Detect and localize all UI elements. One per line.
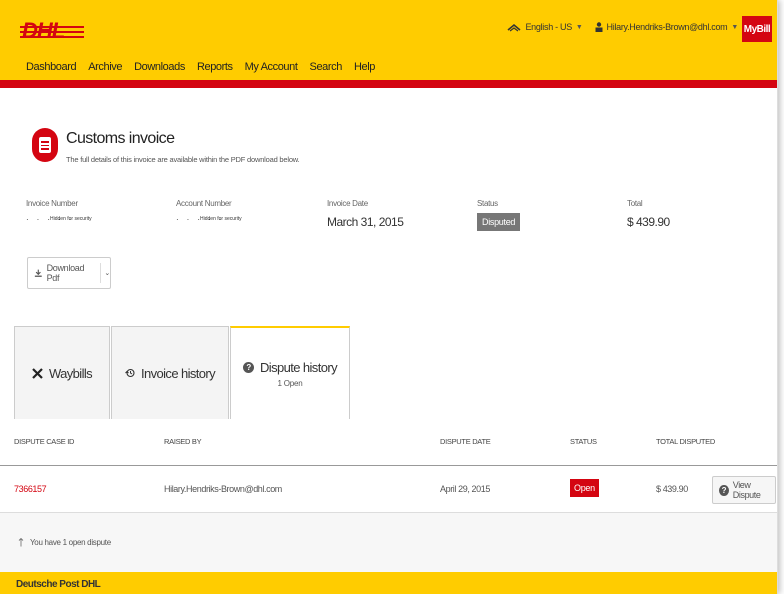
account-number-field: Account Number ····· Hidden for security: [176, 199, 266, 231]
dispute-case-id-link[interactable]: 7366157: [14, 484, 47, 494]
app-window: DHL English - US ▼ Hilary.Hendriks-Brown…: [0, 0, 778, 594]
user-email: Hilary.Hendriks-Brown@dhl.com: [606, 22, 728, 32]
nav-reports[interactable]: Reports: [197, 61, 233, 73]
status-badge-open: Open: [570, 479, 599, 497]
tab-invoice-history[interactable]: Invoice history: [111, 326, 229, 419]
status-label: Status: [477, 199, 498, 208]
invoice-date-value: March 31, 2015: [327, 215, 404, 229]
user-menu[interactable]: Hilary.Hendriks-Brown@dhl.com ▼: [595, 22, 738, 32]
user-icon: [595, 22, 603, 32]
sort-arrows-icon: [18, 538, 24, 547]
language-selector[interactable]: English - US ▼: [507, 22, 583, 32]
dispute-table-header: DISPUTE CASE ID RAISED BY DISPUTE DATE S…: [0, 420, 777, 466]
language-label: English - US: [525, 22, 572, 32]
column-total-disputed[interactable]: TOTAL DISPUTED: [656, 437, 715, 446]
invoice-number-label: Invoice Number: [26, 199, 78, 208]
account-number-value: ····· Hidden for security: [176, 215, 242, 224]
table-footer: [0, 513, 777, 572]
invoice-number-value: ····· Hidden for security: [26, 215, 92, 224]
nav-archive[interactable]: Archive: [88, 61, 122, 73]
chevron-down-icon: ▼: [731, 23, 738, 31]
nav-help[interactable]: Help: [354, 61, 375, 73]
open-dispute-note: You have 1 open dispute: [18, 538, 111, 547]
account-number-label: Account Number: [176, 199, 232, 208]
nav-dashboard[interactable]: Dashboard: [26, 61, 77, 73]
tab-dispute-history[interactable]: ? Dispute history 1 Open: [230, 326, 350, 419]
main-nav: Dashboard Archive Downloads Reports My A…: [26, 61, 375, 73]
column-status[interactable]: STATUS: [570, 437, 597, 446]
header-utilities: English - US ▼ Hilary.Hendriks-Brown@dhl…: [507, 22, 738, 32]
column-dispute-case-id[interactable]: DISPUTE CASE ID: [14, 437, 74, 446]
total-value: $ 439.90: [627, 215, 670, 229]
dispute-date-value: April 29, 2015: [440, 484, 490, 494]
page-subtitle: The full details of this invoice are ava…: [66, 155, 300, 164]
tools-cross-icon: [32, 367, 43, 379]
history-icon: [125, 368, 135, 378]
status-badge: Disputed: [477, 213, 521, 231]
page-title: Customs invoice: [66, 130, 175, 147]
invoice-document-icon: [32, 128, 58, 162]
status-field: Status Disputed: [477, 199, 521, 231]
column-dispute-date[interactable]: DISPUTE DATE: [440, 437, 491, 446]
question-icon: ?: [719, 484, 729, 496]
view-dispute-label: View Dispute: [732, 480, 761, 500]
nav-my-account[interactable]: My Account: [245, 61, 298, 73]
footer-brand[interactable]: Deutsche Post DHL: [16, 579, 101, 590]
view-dispute-button[interactable]: ? View Dispute: [712, 476, 776, 504]
nav-search[interactable]: Search: [310, 61, 343, 73]
chevron-down-icon[interactable]: ⌄: [104, 269, 110, 277]
table-row: 7366157 Hilary.Hendriks-Brown@dhl.com Ap…: [0, 467, 777, 513]
open-dispute-count: 1 Open: [277, 378, 303, 388]
download-pdf-label: Download Pdf: [46, 263, 85, 283]
header-red-stripe: [0, 80, 777, 88]
header: DHL English - US ▼ Hilary.Hendriks-Brown…: [0, 0, 777, 80]
chevron-down-icon: ▼: [575, 23, 583, 31]
invoice-date-field: Invoice Date March 31, 2015: [327, 199, 404, 229]
total-disputed-value: $ 439.90: [656, 484, 688, 494]
total-field: Total $ 439.90: [627, 199, 670, 229]
mybill-badge[interactable]: MyBill: [742, 16, 772, 42]
total-label: Total: [627, 199, 643, 208]
nav-downloads[interactable]: Downloads: [134, 61, 185, 73]
globe-chevron-icon: [507, 23, 521, 32]
invoice-number-field: Invoice Number ····· Hidden for security: [26, 199, 116, 231]
download-icon: [34, 269, 42, 277]
dhl-logo[interactable]: DHL: [20, 18, 84, 44]
tab-bar: Waybills Invoice history ? Dispute histo…: [14, 326, 777, 419]
invoice-date-label: Invoice Date: [327, 199, 368, 208]
download-pdf-button[interactable]: Download Pdf ⌄: [27, 257, 111, 289]
tab-waybills[interactable]: Waybills: [14, 326, 110, 419]
question-icon: ?: [243, 361, 254, 373]
column-raised-by[interactable]: RAISED BY: [164, 437, 202, 446]
raised-by-value: Hilary.Hendriks-Brown@dhl.com: [164, 484, 282, 494]
footer: Deutsche Post DHL: [0, 572, 777, 594]
